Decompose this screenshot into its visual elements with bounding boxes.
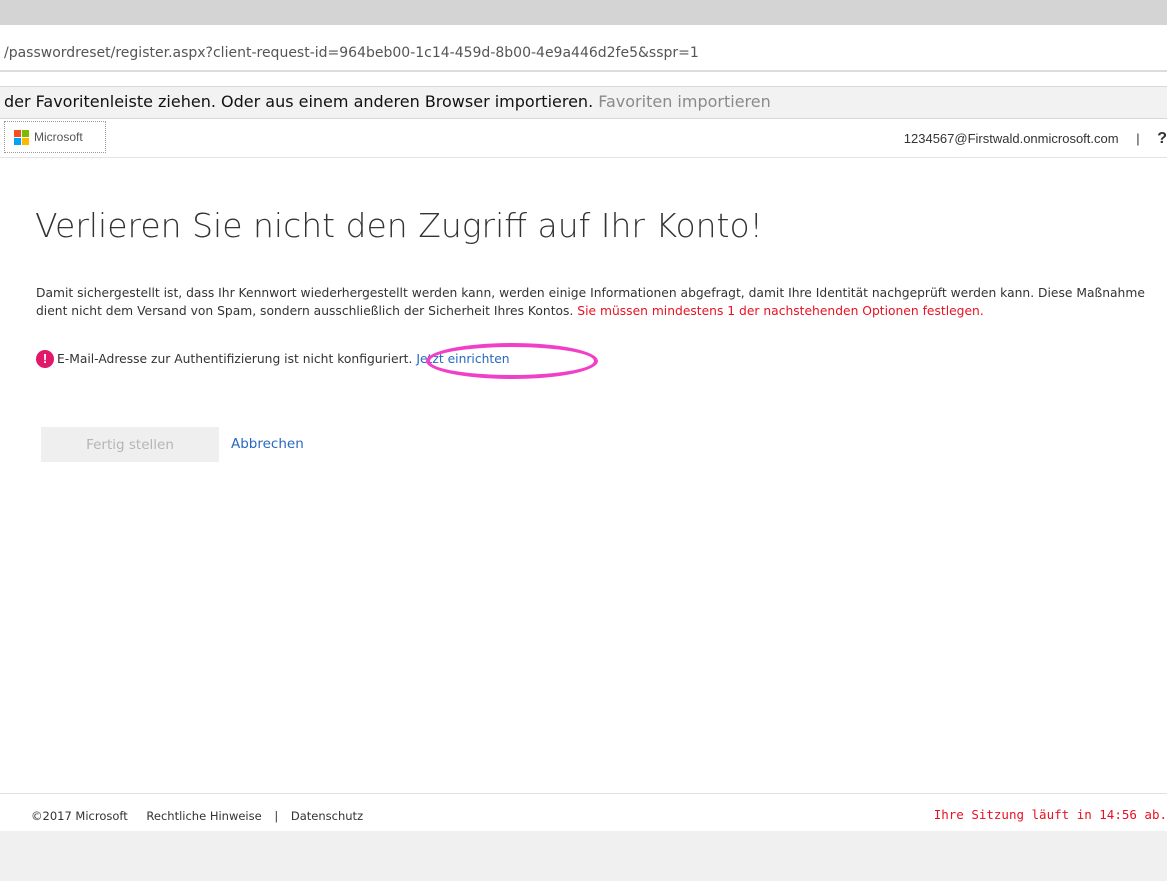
footer: ©2017 Microsoft Rechtliche Hinweise | Da…: [0, 793, 1167, 831]
header-separator: |: [1136, 131, 1140, 146]
ms-header: Microsoft 1234567@Firstwald.onmicrosoft.…: [0, 119, 1167, 158]
favorites-bar: der Favoritenleiste ziehen. Oder aus ein…: [0, 86, 1167, 119]
finish-button[interactable]: Fertig stellen: [41, 427, 219, 462]
legal-link[interactable]: Rechtliche Hinweise: [146, 809, 261, 823]
microsoft-logo-icon: [14, 129, 29, 145]
import-favorites-link[interactable]: Favoriten importieren: [598, 92, 771, 111]
footer-separator: |: [274, 809, 279, 823]
favorites-text: der Favoritenleiste ziehen. Oder aus ein…: [4, 92, 771, 111]
address-bar[interactable]: /passwordreset/register.aspx?client-requ…: [0, 25, 1167, 72]
browser-top-strip: [0, 0, 1167, 25]
exclamation-icon: !: [36, 350, 54, 368]
description: Damit sichergestellt ist, dass Ihr Kennw…: [36, 284, 1146, 320]
address-url[interactable]: /passwordreset/register.aspx?client-requ…: [4, 45, 699, 61]
microsoft-brand[interactable]: Microsoft: [4, 121, 106, 153]
setup-now-link[interactable]: Jetzt einrichten: [416, 352, 509, 366]
cancel-link[interactable]: Abbrechen: [231, 436, 304, 452]
page-title: Verlieren Sie nicht den Zugriff auf Ihr …: [35, 206, 763, 245]
privacy-link[interactable]: Datenschutz: [291, 809, 363, 823]
footer-links: ©2017 Microsoft Rechtliche Hinweise | Da…: [31, 809, 363, 823]
help-icon[interactable]: ?: [1157, 130, 1167, 147]
user-email[interactable]: 1234567@Firstwald.onmicrosoft.com: [904, 131, 1119, 146]
alert-text: E-Mail-Adresse zur Authentifizierung ist…: [57, 352, 413, 366]
brand-label: Microsoft: [34, 130, 83, 144]
user-area: 1234567@Firstwald.onmicrosoft.com | ?: [904, 130, 1167, 148]
email-alert-row: ! E-Mail-Adresse zur Authentifizierung i…: [36, 349, 510, 369]
favorites-message: der Favoritenleiste ziehen. Oder aus ein…: [4, 92, 594, 111]
browser-bottom-strip: [0, 831, 1167, 881]
session-timer: Ihre Sitzung läuft in 14:56 ab.: [933, 807, 1167, 822]
requirement-text: Sie müssen mindestens 1 der nachstehende…: [577, 304, 984, 318]
copyright: ©2017 Microsoft: [31, 809, 128, 823]
